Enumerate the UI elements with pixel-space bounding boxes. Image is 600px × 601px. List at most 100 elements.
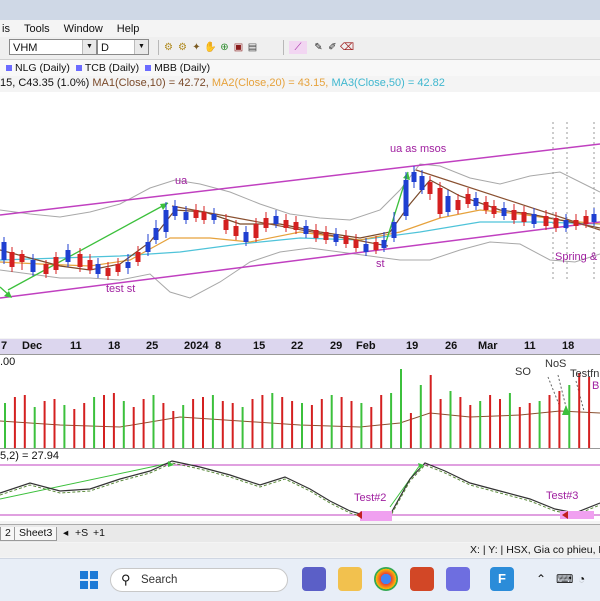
file-explorer-icon[interactable] [338,567,362,591]
chart-type-icon[interactable]: ⚙ [162,41,175,54]
menu-help[interactable]: Help [110,23,147,35]
volume-bar [73,409,76,449]
volume-bar [548,395,551,449]
annotation-ua-left: ua [175,175,188,187]
menu-window[interactable]: Window [57,23,110,35]
volume-bar [43,401,46,449]
status-text: X: | Y: | HSX, Gia co phieu, Nonc [470,544,600,556]
annotation-test2: Test#2 [354,492,386,504]
menu-tools[interactable]: Tools [17,23,57,35]
candle-body [87,260,93,270]
annotation-st: st [376,258,385,270]
candle-body [455,200,461,210]
eraser-icon[interactable]: ⌫ [340,41,354,54]
menu-analysis[interactable]: is [0,23,17,35]
test2-marker-icon [356,511,362,519]
volume-bar [499,399,501,449]
candle-body [333,234,339,242]
brush-icon[interactable]: ✐ [326,41,339,54]
volume-bar [588,377,591,449]
candle-body [193,210,199,218]
windows-start-icon[interactable] [80,571,98,589]
symbol-combo[interactable]: VHM ▼ [9,39,97,55]
volume-bar [528,403,531,449]
date-tick: Feb [356,340,376,352]
candle-body [233,226,239,236]
sheet-tab-bar: 2 Sheet3 ◂ +S +1 [0,524,600,542]
sheet-nav-next[interactable]: +1 [93,527,105,539]
chrome-icon[interactable] [374,567,398,591]
pen-icon[interactable]: ✎ [312,41,325,54]
candle-body [543,216,549,226]
annotation-so: SO [515,366,531,378]
taskbar-search[interactable]: ⚲ Search [110,568,288,592]
volume-bar [112,393,115,449]
candle-body [411,172,417,182]
pattern-icon[interactable]: ✦ [190,41,203,54]
sheet-nav-prev[interactable]: ◂ [63,527,68,539]
tab-label: TCB (Daily) [84,62,140,74]
language-icon[interactable]: ⌨ [556,572,573,586]
volume-bar [419,385,422,449]
volume-bar [350,401,353,449]
teams-icon[interactable] [302,567,326,591]
draw-line-icon[interactable]: ⟋ [289,41,307,54]
candle-body [313,230,319,238]
candle-body [419,176,425,190]
date-tick: 7 [1,340,8,352]
sheet-tab-sheet3[interactable]: Sheet3 [14,527,58,541]
date-tick: 22 [291,340,304,352]
period-combo[interactable]: D ▼ [97,39,149,55]
volume-bar [479,401,482,449]
candle-body [9,252,15,267]
candle-body [473,198,479,206]
chevron-down-icon[interactable]: ▼ [134,40,148,54]
candle-body [115,264,121,272]
candle-body [145,242,151,252]
oscillator-pane[interactable]: Test#2 Test#3 5,2) = 27.94 [0,448,600,521]
network-icon[interactable]: ◔ [578,572,585,586]
candle-body [30,260,36,272]
osc-arrow-1 [0,462,171,500]
candle-body [19,254,25,262]
price-chart-pane[interactable]: ua ua as msos test st st Spring & [0,92,600,338]
candle-body [153,228,159,240]
volume-bar [320,399,323,449]
square-icon [6,65,12,71]
search-placeholder: Search [141,574,178,586]
indicator-icon[interactable]: ⚙ [176,41,189,54]
hand-icon[interactable]: ✋ [204,41,217,54]
volume-bar [568,385,571,449]
tab-nlg[interactable]: NLG (Daily) [6,62,70,74]
date-tick: 25 [146,340,159,352]
tab-tcb[interactable]: TCB (Daily) [75,62,140,74]
candle-body [363,244,369,252]
volume-pane[interactable]: .00 SO NoS Testfn B [0,354,600,449]
volume-bar [93,397,96,449]
app-icon[interactable] [410,567,434,591]
candle-body [553,218,559,228]
print-icon[interactable]: ▤ [246,41,259,54]
candle-body [353,240,359,248]
candle-body [223,220,229,230]
volume-bar [33,407,36,449]
ma1-readout: MA1(Close,10) = 42.72, [92,77,209,89]
volume-bar [518,407,521,449]
tab-mbb[interactable]: MBB (Daily) [145,62,210,74]
f-app-icon[interactable]: F [490,567,514,591]
save-icon[interactable]: ▣ [232,41,245,54]
volume-bar [281,397,284,449]
chevron-down-icon[interactable]: ▼ [82,40,96,54]
symbol-tab-row: NLG (Daily) TCB (Daily) MBB (Daily) [0,60,600,76]
date-tick: 15 [253,340,266,352]
sheet-nav-add[interactable]: +S [75,527,88,539]
candle-body [483,202,489,210]
drive-icon[interactable] [446,567,470,591]
candle-body [391,222,397,238]
chevron-up-icon[interactable]: ⌃ [536,572,546,586]
volume-bar [4,403,6,449]
zoom-icon[interactable]: ⊕ [218,41,231,54]
volume-bar [13,397,16,449]
volume-bar [558,391,561,449]
date-tick: 11 [70,340,82,352]
